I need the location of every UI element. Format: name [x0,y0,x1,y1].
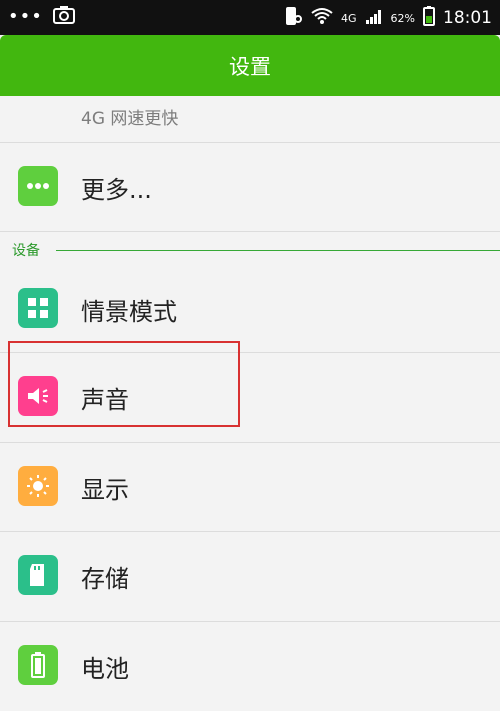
clock: 18:01 [443,8,492,28]
battery-percent: 62% [390,11,415,25]
battery-icon [423,6,435,30]
more-icon [18,166,58,206]
settings-row-storage[interactable]: 存储 [0,531,500,622]
settings-row-4g-subtitle: 4G 网速更快 [81,109,179,129]
camera-icon [52,6,75,28]
settings-row-more[interactable]: 更多... [0,142,500,232]
settings-label-display: 显示 [81,476,129,504]
settings-row-4g[interactable]: 4G 4G 网速更快 [0,96,500,143]
highlight-box-sound [8,341,240,427]
status-bar: ••• 4G 62% 18:01 [0,0,500,35]
section-header-device: 设备 [12,243,40,259]
settings-list: 4G 4G 网速更快 更多... 设备 情景模式 声音 显示 存储 [0,96,500,711]
overflow-dots: ••• [8,6,43,27]
network-type: 4G [341,11,357,25]
settings-row-scene-mode[interactable]: 情景模式 [0,264,500,353]
battery-settings-icon [18,645,58,685]
storage-icon [18,555,58,595]
wifi-icon [311,7,333,29]
settings-label-battery: 电池 [81,655,129,683]
page-title: 设置 [229,54,271,79]
scene-mode-icon [18,288,58,328]
settings-label-scene-mode: 情景模式 [81,298,177,326]
settings-label-more: 更多... [81,176,152,204]
signal-icon [365,8,383,28]
settings-label-storage: 存储 [81,565,129,593]
settings-row-display[interactable]: 显示 [0,442,500,532]
phone-icon [283,6,303,30]
app-bar: 设置 [0,35,500,96]
display-brightness-icon [18,466,58,506]
section-divider [56,250,500,251]
settings-row-battery[interactable]: 电池 [0,621,500,711]
